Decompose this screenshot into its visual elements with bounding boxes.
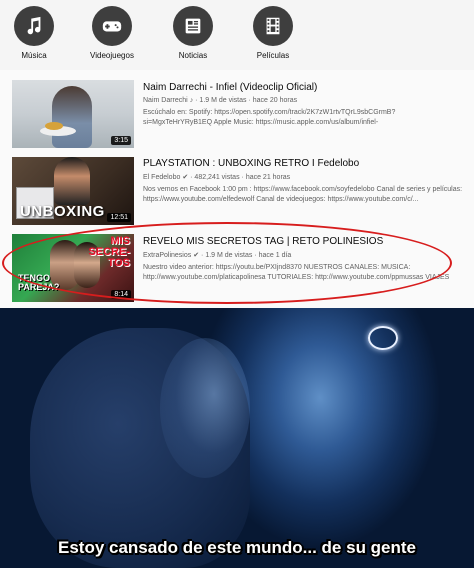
person-silhouette bbox=[52, 86, 92, 148]
face-highlight bbox=[160, 338, 250, 478]
view-count: 1.9 M de vistas bbox=[199, 97, 247, 104]
video-title[interactable]: PLAYSTATION : UNBOXING RETRO I Fedelobo bbox=[143, 158, 463, 169]
category-label: Noticias bbox=[178, 51, 208, 60]
video-duration: 3:15 bbox=[111, 136, 131, 145]
video-description: Nos vemos en Facebook 1:00 pm : https://… bbox=[143, 185, 463, 205]
red-circle-highlight bbox=[2, 222, 452, 304]
category-news[interactable]: Noticias bbox=[163, 6, 223, 60]
category-bar: Música Videojuegos Noticias Películas bbox=[0, 0, 474, 68]
video-duration: 12:51 bbox=[107, 213, 131, 222]
channel-name[interactable]: El Fedelobo bbox=[143, 174, 180, 181]
food bbox=[45, 122, 63, 130]
music-note-icon bbox=[14, 6, 54, 46]
person-silhouette bbox=[54, 157, 90, 205]
upload-age: hace 21 horas bbox=[245, 174, 291, 181]
category-label: Películas bbox=[256, 51, 290, 60]
video-subtitle: Naim Darrechi ♪ · 1.9 M de vistas · hace… bbox=[143, 97, 298, 104]
view-count: 482,241 vistas bbox=[194, 174, 240, 181]
video-thumbnail[interactable]: UNBOXING 12:51 bbox=[12, 157, 134, 225]
ring-icon bbox=[368, 326, 398, 350]
film-strip-icon bbox=[253, 6, 293, 46]
meme-image: Estoy cansado de este mundo... de su gen… bbox=[0, 308, 474, 568]
channel-name[interactable]: Naim Darrechi bbox=[143, 97, 188, 104]
description-line: Nos vemos en Facebook 1:00 pm : https://… bbox=[143, 186, 463, 193]
video-title[interactable]: Naim Darrechi - Infiel (Videoclip Oficia… bbox=[143, 82, 463, 93]
description-line: Escúchalo en: Spotify: https://open.spot… bbox=[143, 109, 396, 116]
category-music[interactable]: Música bbox=[4, 6, 64, 60]
upload-age: hace 20 horas bbox=[252, 97, 298, 104]
video-thumbnail[interactable]: 3:15 bbox=[12, 80, 134, 148]
video-meta: PLAYSTATION : UNBOXING RETRO I Fedelobo … bbox=[143, 158, 463, 205]
category-movies[interactable]: Películas bbox=[243, 6, 303, 60]
video-description: Escúchalo en: Spotify: https://open.spot… bbox=[143, 108, 463, 128]
category-label: Videojuegos bbox=[90, 51, 134, 60]
gamepad-icon bbox=[92, 6, 132, 46]
music-verified-icon: ♪ bbox=[189, 97, 194, 104]
unboxing-text: UNBOXING bbox=[20, 203, 105, 220]
description-line: si=MgxTeHrYRyB1EQ Apple Music: https://m… bbox=[143, 119, 379, 126]
category-videogames[interactable]: Videojuegos bbox=[82, 6, 142, 60]
description-line: https://www.youtube.com/elfedewolf Canal… bbox=[143, 196, 419, 203]
meme-caption: Estoy cansado de este mundo... de su gen… bbox=[57, 538, 417, 557]
newspaper-icon bbox=[173, 6, 213, 46]
category-label: Música bbox=[21, 51, 47, 60]
video-meta: Naim Darrechi - Infiel (Videoclip Oficia… bbox=[143, 82, 463, 128]
verified-check-icon: ✔ bbox=[182, 174, 189, 181]
video-subtitle: El Fedelobo ✔ · 482,241 vistas · hace 21… bbox=[143, 174, 291, 181]
